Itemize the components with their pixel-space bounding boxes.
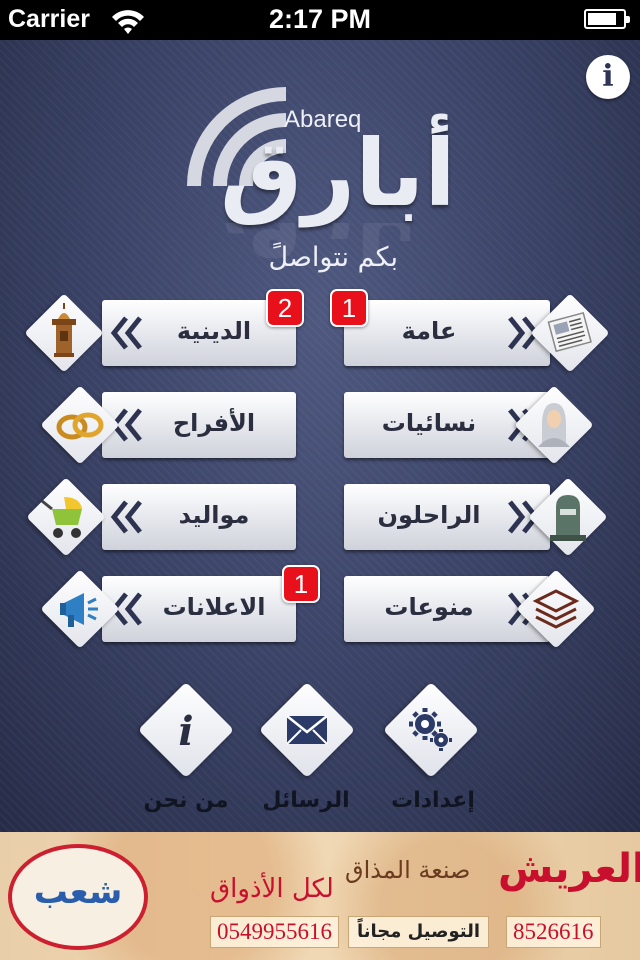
envelope-icon [286,715,328,745]
ad-subtitle-1: صنعة المذاق [345,856,471,884]
clock: 2:17 PM [268,4,372,34]
tagline: بكم نتواصلً [268,242,398,273]
weddings-button[interactable]: الأفراح [102,392,296,458]
messages-label: الرسائل [262,788,350,813]
misc-label: منوعات [384,593,474,621]
badge-general: 1 [330,289,368,327]
megaphone-icon[interactable] [40,569,120,649]
status-bar: Carrier 2:17 PM [0,0,640,40]
logo-arabic: أبارق [220,120,456,227]
ad-phone-2: 8526616 [506,916,601,948]
ad-logo-text: شعب [33,872,123,912]
gears-icon [409,708,452,751]
stroller-icon[interactable] [26,477,106,557]
minaret-icon[interactable] [24,293,104,373]
about-label: من نحن [143,788,229,813]
about-button[interactable]: i [136,680,236,780]
main-panel: i Abareq أبارق أبارق بكم نتواصلً الدينية… [0,40,640,832]
births-button[interactable]: مواليد [102,484,296,550]
ad-delivery: التوصيل مجاناً [348,916,490,948]
badge-ads: 1 [282,565,320,603]
newspaper-icon[interactable] [530,293,610,373]
womens-label: نسائيات [381,409,477,437]
layers-icon[interactable] [516,569,596,649]
ads-label: الاعلانات [162,593,266,621]
battery-icon [584,9,630,29]
woman-icon[interactable] [514,385,594,465]
ad-phone-1: 0549955616 [210,916,339,948]
settings-button[interactable] [381,680,481,780]
ads-button[interactable]: الاعلانات [102,576,296,642]
general-button[interactable]: عامة [344,300,550,366]
ad-subtitle-2: لكل الأذواق [210,874,334,904]
settings-label: إعدادات [391,788,475,813]
general-label: عامة [401,317,457,345]
info-icon[interactable]: i [586,55,630,99]
badge-religious: 2 [266,289,304,327]
weddings-label: الأفراح [172,409,256,437]
births-label: مواليد [178,501,250,529]
info-icon: i [178,708,193,755]
deceased-button[interactable]: الراحلون [344,484,550,550]
svg-text:i: i [178,708,193,755]
messages-button[interactable] [257,680,357,780]
ad-logo: شعب [8,844,148,950]
gravestone-icon[interactable] [528,477,608,557]
deceased-label: الراحلون [377,501,481,529]
rings-icon[interactable] [40,385,120,465]
ad-banner[interactable]: شعب العريش صنعة المذاق لكل الأذواق 05499… [0,832,640,960]
ad-title: العريش [498,846,640,892]
